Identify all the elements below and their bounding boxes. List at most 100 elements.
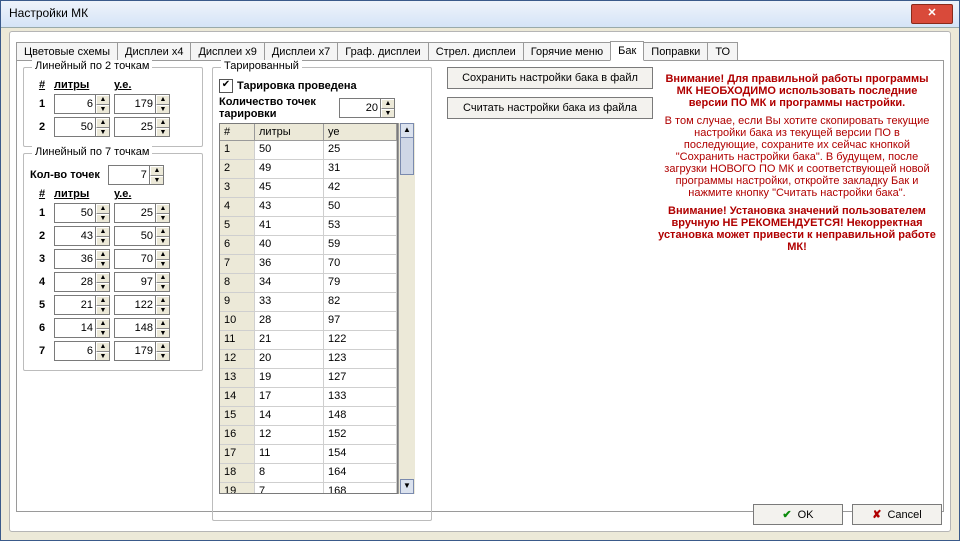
spin-down-icon[interactable]: ▼ [156, 237, 169, 246]
spin-up-icon[interactable]: ▲ [381, 99, 394, 109]
taring-row[interactable]: 24931 [220, 160, 397, 179]
taring-row[interactable]: 1514148 [220, 407, 397, 426]
spin-up-icon[interactable]: ▲ [96, 296, 109, 306]
spin-up-icon[interactable]: ▲ [156, 342, 169, 352]
taring-row[interactable]: 54153 [220, 217, 397, 236]
taring-row[interactable]: 34542 [220, 179, 397, 198]
spin-up-icon[interactable]: ▲ [96, 273, 109, 283]
tab-strip: Цветовые схемыДисплеи x4Дисплеи x9Диспле… [16, 38, 944, 60]
spin-down-icon[interactable]: ▼ [96, 306, 109, 315]
ok-button[interactable]: ✔ OK [753, 504, 843, 525]
spin-up-icon[interactable]: ▲ [96, 319, 109, 329]
load-tank-button[interactable]: Считать настройки бака из файла [447, 97, 653, 119]
tab-0[interactable]: Цветовые схемы [16, 42, 118, 61]
tab-6[interactable]: Горячие меню [523, 42, 611, 61]
spinner[interactable]: ▲▼ [54, 203, 110, 223]
spin-up-icon[interactable]: ▲ [156, 319, 169, 329]
spin-up-icon[interactable]: ▲ [96, 250, 109, 260]
spin-up-icon[interactable]: ▲ [156, 273, 169, 283]
taring-row[interactable]: 1711154 [220, 445, 397, 464]
spin-up-icon[interactable]: ▲ [96, 342, 109, 352]
taring-row[interactable]: 1220123 [220, 350, 397, 369]
spin-down-icon[interactable]: ▼ [156, 260, 169, 269]
spin-down-icon[interactable]: ▼ [96, 352, 109, 361]
spin-down-icon[interactable]: ▼ [156, 352, 169, 361]
spin-up-icon[interactable]: ▲ [156, 227, 169, 237]
tab-9[interactable]: ТО [707, 42, 738, 61]
taring-row[interactable]: 102897 [220, 312, 397, 331]
tab-4[interactable]: Граф. дисплеи [337, 42, 428, 61]
spinner[interactable]: ▲▼ [114, 94, 170, 114]
cancel-button[interactable]: ✘ Cancel [852, 504, 942, 525]
taring-row[interactable]: 83479 [220, 274, 397, 293]
spin-down-icon[interactable]: ▼ [156, 329, 169, 338]
spinner[interactable]: ▲▼ [114, 203, 170, 223]
spin-down-icon[interactable]: ▼ [96, 128, 109, 137]
save-tank-button[interactable]: Сохранить настройки бака в файл [447, 67, 653, 89]
taring-row[interactable]: 15025 [220, 141, 397, 160]
spin-down-icon[interactable]: ▼ [150, 176, 163, 185]
taring-row[interactable]: 44350 [220, 198, 397, 217]
spin-up-icon[interactable]: ▲ [96, 204, 109, 214]
tab-8[interactable]: Поправки [643, 42, 708, 61]
taring-row[interactable]: 1417133 [220, 388, 397, 407]
taring-row[interactable]: 73670 [220, 255, 397, 274]
taring-row[interactable]: 1319127 [220, 369, 397, 388]
window-close-button[interactable]: ✕ [911, 4, 953, 24]
spin-down-icon[interactable]: ▼ [156, 283, 169, 292]
spinner[interactable]: ▲▼ [54, 249, 110, 269]
taring-row[interactable]: 64059 [220, 236, 397, 255]
spin-up-icon[interactable]: ▲ [150, 166, 163, 176]
spin-up-icon[interactable]: ▲ [156, 204, 169, 214]
spinner[interactable]: ▲▼ [114, 341, 170, 361]
spin-down-icon[interactable]: ▼ [381, 109, 394, 118]
scroll-down-icon[interactable]: ▼ [400, 479, 414, 494]
spin-up-icon[interactable]: ▲ [156, 296, 169, 306]
spinner[interactable]: ▲▼ [54, 295, 110, 315]
spin-down-icon[interactable]: ▼ [156, 214, 169, 223]
taring-row[interactable]: 1121122 [220, 331, 397, 350]
spin-down-icon[interactable]: ▼ [156, 128, 169, 137]
spinner[interactable]: ▲▼ [114, 249, 170, 269]
spin-up-icon[interactable]: ▲ [156, 95, 169, 105]
spinner[interactable]: ▲▼ [114, 272, 170, 292]
spin-up-icon[interactable]: ▲ [96, 118, 109, 128]
spin-down-icon[interactable]: ▼ [96, 283, 109, 292]
spin-down-icon[interactable]: ▼ [96, 237, 109, 246]
spinner[interactable]: ▲▼ [114, 318, 170, 338]
taring-row[interactable]: 188164 [220, 464, 397, 483]
scroll-up-icon[interactable]: ▲ [400, 123, 414, 138]
tab-5[interactable]: Стрел. дисплеи [428, 42, 524, 61]
spinner[interactable]: ▲▼ [54, 341, 110, 361]
spin-down-icon[interactable]: ▼ [96, 105, 109, 114]
spin-down-icon[interactable]: ▼ [96, 260, 109, 269]
spinner[interactable]: ▲▼ [54, 226, 110, 246]
spin-up-icon[interactable]: ▲ [96, 95, 109, 105]
spinner[interactable]: ▲▼ [54, 117, 110, 137]
spinner[interactable]: ▲▼ [54, 318, 110, 338]
tab-2[interactable]: Дисплеи x9 [190, 42, 264, 61]
taring-row[interactable]: 197168 [220, 483, 397, 493]
tab-3[interactable]: Дисплеи x7 [264, 42, 338, 61]
spin-down-icon[interactable]: ▼ [96, 329, 109, 338]
spinner[interactable]: ▲▼ [54, 272, 110, 292]
spin-up-icon[interactable]: ▲ [96, 227, 109, 237]
spinner[interactable]: ▲▼ [114, 226, 170, 246]
spin-up-icon[interactable]: ▲ [156, 250, 169, 260]
taring-row[interactable]: 1612152 [220, 426, 397, 445]
scroll-thumb[interactable] [400, 137, 414, 175]
taring-row[interactable]: 93382 [220, 293, 397, 312]
taring-checkbox[interactable]: ✔ [219, 79, 233, 93]
taring-scrollbar[interactable]: ▲ ▼ [398, 123, 415, 494]
tab-7[interactable]: Бак [610, 41, 644, 61]
spinner[interactable]: ▲▼ [114, 117, 170, 137]
spin-down-icon[interactable]: ▼ [96, 214, 109, 223]
spin-up-icon[interactable]: ▲ [156, 118, 169, 128]
taring-count-spinner[interactable]: ▲▼ [339, 98, 395, 118]
tab-1[interactable]: Дисплеи x4 [117, 42, 191, 61]
spin-down-icon[interactable]: ▼ [156, 306, 169, 315]
spin-down-icon[interactable]: ▼ [156, 105, 169, 114]
spinner[interactable]: ▲▼ [114, 295, 170, 315]
count-spinner[interactable]: ▲▼ [108, 165, 164, 185]
spinner[interactable]: ▲▼ [54, 94, 110, 114]
